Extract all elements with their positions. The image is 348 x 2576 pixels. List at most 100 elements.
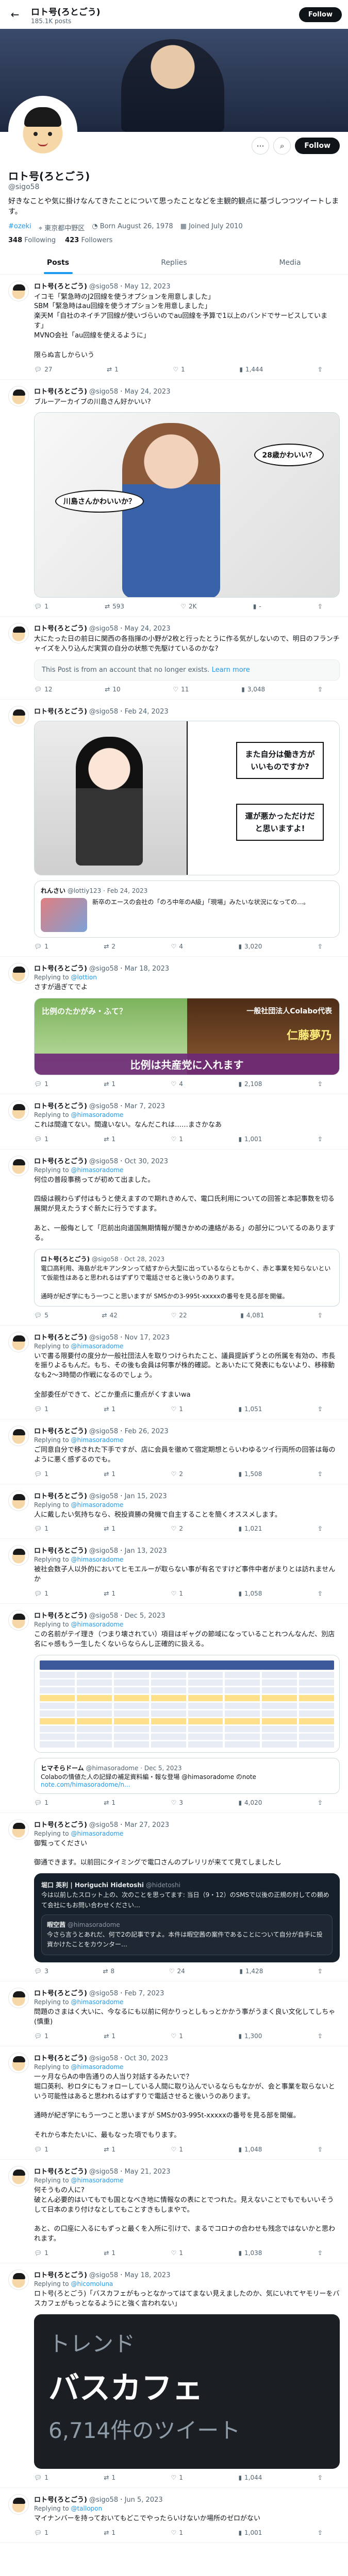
views-button[interactable]: ▮ 1,058 — [238, 1590, 262, 1597]
post-date[interactable]: Mar 18, 2023 — [125, 965, 170, 973]
post-image[interactable]: 堀口 英利 | Horiguchi Hidetoshi @hidetoshi 今は… — [34, 1873, 340, 1963]
repost-button[interactable]: ⇄ 1 — [104, 1136, 115, 1143]
views-button[interactable]: ▮ 1,048 — [238, 2146, 262, 2153]
post[interactable]: ロト号(ろとごう) @sigo58 · Feb 7, 2023 Replying … — [0, 1981, 348, 2047]
share-icon[interactable]: ⇪ — [318, 1799, 323, 1806]
post[interactable]: ロト号(ろとごう) @sigo58 · Oct 30, 2023 Replying… — [0, 2046, 348, 2160]
reply-to-handle[interactable]: @himasoradome — [71, 1998, 123, 2006]
link-card-url[interactable]: note.com/himasoradome/n... — [41, 1781, 333, 1788]
repost-button[interactable]: ⇄ 1 — [104, 1470, 115, 1478]
tab-posts[interactable]: Posts — [0, 250, 116, 274]
post-avatar[interactable] — [8, 1610, 29, 1631]
reply-to-handle[interactable]: @tallopon — [71, 2505, 102, 2512]
share-icon[interactable]: ⇪ — [318, 1525, 323, 1532]
like-button[interactable]: ♡ 4 — [171, 943, 183, 950]
like-button[interactable]: ♡ 22 — [171, 1312, 187, 1319]
post-date[interactable]: Feb 24, 2023 — [125, 708, 169, 716]
post-date[interactable]: May 12, 2023 — [125, 283, 171, 291]
post[interactable]: ロト号(ろとごう) @sigo58 · Mar 27, 2023 Replying… — [0, 1813, 348, 1982]
reply-to-handle[interactable]: @himasoradome — [71, 1343, 123, 1350]
post-avatar[interactable] — [8, 1545, 29, 1566]
link-card[interactable]: ヒマそらドーム @himasoradome · Dec 5, 2023 Colab… — [34, 1757, 340, 1794]
post-author-name[interactable]: ロト号(ろとごう) — [34, 1334, 87, 1342]
following-count[interactable]: 348 Following — [8, 236, 56, 244]
post[interactable]: ロト号(ろとごう) @sigo58 · Dec 5, 2023 Replying … — [0, 1604, 348, 1813]
post-date[interactable]: Feb 26, 2023 — [125, 1428, 169, 1435]
repost-button[interactable]: ⇄ 1 — [107, 366, 119, 373]
post-image[interactable]: 川島さんかわいいか？ 28歳かわいい？ — [34, 412, 340, 598]
like-button[interactable]: ♡ 1 — [171, 2529, 183, 2536]
quoted-post[interactable]: ロト号(ろとごう) @sigo58 · Oct 28, 2023 電口高利用、海島… — [34, 1248, 340, 1307]
views-button[interactable]: ▮ 3,048 — [241, 686, 265, 693]
like-button[interactable]: ♡ 24 — [169, 1968, 185, 1975]
post[interactable]: ロト号(ろとごう) @sigo58 · May 24, 2023 ブルーアーカイブ… — [0, 380, 348, 617]
bio-link[interactable]: #ozeki — [8, 223, 31, 232]
repost-button[interactable]: ⇄ 2 — [104, 943, 115, 950]
post[interactable]: ロト号(ろとごう) @sigo58 · Feb 26, 2023 Replying… — [0, 1419, 348, 1484]
share-icon[interactable]: ⇪ — [318, 2032, 323, 2040]
post-image[interactable]: また自分は働き方がいいものですか? 運が悪かっただけだと思いますよ! — [34, 721, 340, 876]
post-image[interactable] — [34, 1654, 340, 1753]
like-button[interactable]: ♡ 1 — [171, 1405, 183, 1413]
post-date[interactable]: Dec 5, 2023 — [125, 1612, 165, 1620]
post-author-name[interactable]: ロト号(ろとごう) — [34, 1158, 87, 1165]
reply-to-handle[interactable]: @himasoradome — [71, 2063, 123, 2071]
post-author-name[interactable]: ロト号(ろとごう) — [34, 2168, 87, 2176]
post[interactable]: ロト号(ろとごう) @sigo58 · Jan 13, 2023 Replying… — [0, 1539, 348, 1604]
post-author-name[interactable]: ロト号(ろとごう) — [34, 283, 87, 291]
post-avatar[interactable] — [8, 2053, 29, 2074]
repost-button[interactable]: ⇄ 1 — [104, 1799, 115, 1806]
post-avatar[interactable] — [8, 2166, 29, 2187]
post-author-name[interactable]: ロト号(ろとごう) — [34, 2496, 87, 2504]
tab-media[interactable]: Media — [232, 250, 348, 274]
post-date[interactable]: Jan 15, 2023 — [125, 1493, 167, 1500]
reply-button[interactable]: 💬︎ 1 — [34, 603, 48, 610]
reply-button[interactable]: 💬︎ 1 — [34, 1799, 48, 1806]
like-button[interactable]: ♡ 1 — [173, 366, 185, 373]
share-icon[interactable]: ⇪ — [318, 943, 323, 950]
views-button[interactable]: ▮ 1,044 — [238, 2474, 262, 2481]
post-avatar[interactable] — [8, 280, 29, 301]
like-button[interactable]: ♡ 1 — [171, 2146, 183, 2153]
reply-button[interactable]: 💬︎ 1 — [34, 2146, 48, 2153]
views-button[interactable]: ▮ 1,428 — [239, 1968, 263, 1975]
share-icon[interactable]: ⇪ — [318, 1312, 323, 1319]
post-date[interactable]: Mar 7, 2023 — [125, 1103, 165, 1110]
post-avatar[interactable] — [8, 1100, 29, 1121]
post-avatar[interactable] — [8, 706, 29, 727]
post-avatar[interactable] — [8, 623, 29, 644]
share-icon[interactable]: ⇪ — [318, 2146, 323, 2153]
views-button[interactable]: ▮ 1,001 — [238, 1136, 262, 1143]
repost-button[interactable]: ⇄ 1 — [104, 2529, 115, 2536]
post-avatar[interactable] — [8, 1155, 29, 1176]
reply-button[interactable]: 💬︎ 1 — [34, 1405, 48, 1413]
views-button[interactable]: ▮ 1,001 — [238, 2529, 262, 2536]
post-author-name[interactable]: ロト号(ろとごう) — [34, 2272, 87, 2279]
views-button[interactable]: ▮ 4,081 — [240, 1312, 264, 1319]
post[interactable]: ロト号(ろとごう) @sigo58 · Mar 7, 2023 Replying … — [0, 1094, 348, 1149]
post-date[interactable]: Feb 7, 2023 — [125, 1990, 164, 1997]
post-date[interactable]: May 24, 2023 — [125, 388, 171, 396]
quoted-post[interactable]: れんさい @lottiy123 · Feb 24, 2023 新卒のエースの会社の… — [34, 880, 340, 938]
repost-button[interactable]: ⇄ 1 — [104, 2146, 115, 2153]
like-button[interactable]: ♡ 1 — [171, 1136, 183, 1143]
views-button[interactable]: ▮ 1,021 — [238, 1525, 262, 1532]
post-author-name[interactable]: ロト号(ろとごう) — [34, 1821, 87, 1829]
reply-button[interactable]: 💬︎ 5 — [34, 1312, 48, 1319]
reply-to-handle[interactable]: @himasoradome — [71, 1830, 123, 1837]
post-avatar[interactable] — [8, 1988, 29, 2009]
post-author-name[interactable]: ロト号(ろとごう) — [34, 1428, 87, 1435]
share-icon[interactable]: ⇪ — [318, 2474, 323, 2481]
views-button[interactable]: ▮ 2,108 — [238, 1080, 262, 1088]
like-button[interactable]: ♡ 2K — [180, 603, 196, 610]
post-date[interactable]: Oct 30, 2023 — [125, 2055, 169, 2062]
post-author-name[interactable]: ロト号(ろとごう) — [34, 1612, 87, 1620]
post[interactable]: ロト号(ろとごう) @sigo58 · May 24, 2023 大にたった日の前… — [0, 617, 348, 700]
views-button[interactable]: ▮ 1,051 — [238, 1405, 262, 1413]
reply-button[interactable]: 💬︎ 1 — [34, 1470, 48, 1478]
post-image[interactable]: トレンド バスカフェ 6,714件のツイート — [34, 2314, 340, 2469]
like-button[interactable]: ♡ 1 — [171, 2032, 183, 2040]
views-button[interactable]: ▮ 3,020 — [238, 943, 262, 950]
like-button[interactable]: ♡ 1 — [171, 2249, 183, 2257]
reply-button[interactable]: 💬︎ 1 — [34, 2529, 48, 2536]
